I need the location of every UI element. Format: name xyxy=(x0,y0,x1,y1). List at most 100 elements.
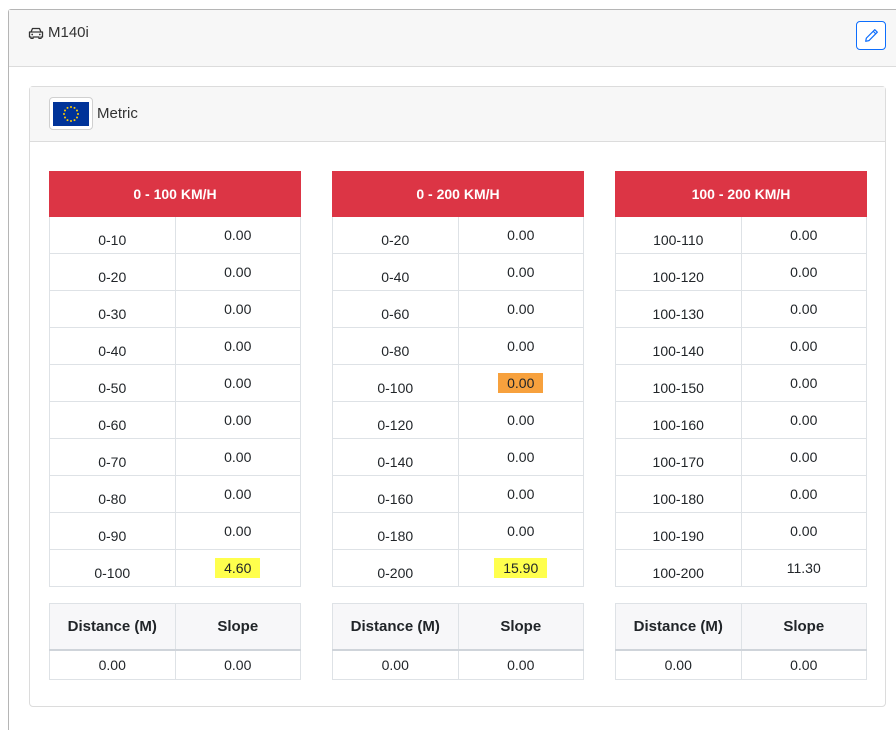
speed-range-cell: 0-90 xyxy=(49,512,176,550)
time-cell: 0.00 xyxy=(174,327,301,365)
time-value: 0.00 xyxy=(790,264,818,280)
time-cell: 0.00 xyxy=(174,253,301,291)
time-cell: 0.00 xyxy=(174,512,301,550)
time-value: 0.00 xyxy=(507,486,535,502)
pencil-icon xyxy=(864,29,878,42)
time-value: 0.00 xyxy=(224,227,252,243)
time-value: 0.00 xyxy=(224,486,252,502)
eu-flag-icon xyxy=(53,101,89,126)
time-cell: 0.00 xyxy=(174,290,301,328)
distance-value: 0.00 xyxy=(615,649,742,680)
table-title: 100 - 200 KM/H xyxy=(615,171,867,217)
table-row: 0-90 0.00 xyxy=(49,512,301,550)
distance-slope-table: Distance (M) Slope 0.00 0.00 xyxy=(615,603,867,680)
acceleration-column: 100 - 200 KM/H 100-110 0.00 100-120 0.00 100-… xyxy=(615,171,867,680)
time-cell: 0.00 xyxy=(174,475,301,513)
time-value: 4.60 xyxy=(215,558,261,578)
time-cell: 0.00 xyxy=(457,290,584,328)
speed-range-cell: 0-40 xyxy=(332,253,459,291)
speed-range-cell: 0-50 xyxy=(49,364,176,402)
time-cell: 0.00 xyxy=(740,253,867,291)
speed-range-cell: 100-190 xyxy=(615,512,742,550)
time-cell: 0.00 xyxy=(740,327,867,365)
speed-range-cell: 0-100 xyxy=(332,364,459,402)
table-row: 0-80 0.00 xyxy=(49,475,301,513)
table-row: 0-30 0.00 xyxy=(49,290,301,328)
time-value: 0.00 xyxy=(507,227,535,243)
time-cell: 0.00 xyxy=(740,216,867,254)
table-row: 0-60 0.00 xyxy=(49,401,301,439)
table-row: 0-40 0.00 xyxy=(49,327,301,365)
speed-range-cell: 0-10 xyxy=(49,216,176,254)
table-row: 0-50 0.00 xyxy=(49,364,301,402)
distance-value: 0.00 xyxy=(49,649,176,680)
time-value: 0.00 xyxy=(507,449,535,465)
car-icon xyxy=(28,27,44,39)
speed-range-cell: 100-110 xyxy=(615,216,742,254)
time-value: 0.00 xyxy=(224,412,252,428)
time-value: 0.00 xyxy=(507,301,535,317)
time-value: 0.00 xyxy=(790,523,818,539)
table-row: 0-20 0.00 xyxy=(332,216,584,254)
metric-card-header: Metric xyxy=(30,87,885,142)
table-title: 0 - 200 KM/H xyxy=(332,171,584,217)
time-cell: 0.00 xyxy=(740,401,867,439)
unit-flag-button[interactable] xyxy=(49,97,93,130)
speed-range-cell: 100-130 xyxy=(615,290,742,328)
table-row: 0-140 0.00 xyxy=(332,438,584,476)
table-row: 100-150 0.00 xyxy=(615,364,867,402)
table-row: 0-70 0.00 xyxy=(49,438,301,476)
time-value: 0.00 xyxy=(224,523,252,539)
table-row: 100-170 0.00 xyxy=(615,438,867,476)
table-row: 100-180 0.00 xyxy=(615,475,867,513)
speed-range-cell: 0-20 xyxy=(332,216,459,254)
slope-header: Slope xyxy=(174,603,301,651)
table-row: 0.00 0.00 xyxy=(49,649,301,680)
time-cell: 0.00 xyxy=(174,216,301,254)
time-value: 0.00 xyxy=(790,486,818,502)
time-value: 0.00 xyxy=(224,264,252,280)
time-cell: 0.00 xyxy=(740,475,867,513)
vehicle-card: M140i Metric 0 - 100 KM/H 0-10 0.00 0-20… xyxy=(8,9,896,730)
slope-value: 0.00 xyxy=(740,649,867,680)
time-cell: 0.00 xyxy=(457,216,584,254)
time-value: 0.00 xyxy=(507,338,535,354)
table-row: 0-60 0.00 xyxy=(332,290,584,328)
time-value: 0.00 xyxy=(224,375,252,391)
speed-range-cell: 0-60 xyxy=(49,401,176,439)
time-cell: 0.00 xyxy=(457,512,584,550)
speed-range-cell: 0-160 xyxy=(332,475,459,513)
table-row: 100-130 0.00 xyxy=(615,290,867,328)
table-row: 0-40 0.00 xyxy=(332,253,584,291)
speed-range-cell: 0-200 xyxy=(332,549,459,587)
speed-range-cell: 0-80 xyxy=(332,327,459,365)
time-cell: 15.90 xyxy=(457,549,584,587)
table-row: 0-160 0.00 xyxy=(332,475,584,513)
table-row: 100-200 11.30 xyxy=(615,549,867,587)
speed-range-cell: 0-140 xyxy=(332,438,459,476)
time-cell: 0.00 xyxy=(740,290,867,328)
acceleration-times-table: 100 - 200 KM/H 100-110 0.00 100-120 0.00 100-… xyxy=(615,171,867,587)
table-row: 100-110 0.00 xyxy=(615,216,867,254)
vehicle-name: M140i xyxy=(48,24,89,41)
table-row: 0-200 15.90 xyxy=(332,549,584,587)
time-value: 0.00 xyxy=(498,373,544,393)
speed-range-cell: 100-180 xyxy=(615,475,742,513)
acceleration-times-table: 0 - 200 KM/H 0-20 0.00 0-40 0.00 0-60 0.00 0-80… xyxy=(332,171,584,587)
table-row: 0-20 0.00 xyxy=(49,253,301,291)
speed-range-cell: 100-170 xyxy=(615,438,742,476)
edit-button[interactable] xyxy=(856,21,886,50)
table-row: 100-160 0.00 xyxy=(615,401,867,439)
time-cell: 0.00 xyxy=(457,253,584,291)
time-cell: 0.00 xyxy=(457,327,584,365)
table-title: 0 - 100 KM/H xyxy=(49,171,301,217)
time-cell: 0.00 xyxy=(740,438,867,476)
distance-header: Distance (M) xyxy=(332,603,459,651)
table-row: 0-100 0.00 xyxy=(332,364,584,402)
table-row: 0-80 0.00 xyxy=(332,327,584,365)
speed-range-cell: 100-140 xyxy=(615,327,742,365)
speed-range-cell: 0-100 xyxy=(49,549,176,587)
table-row: 0.00 0.00 xyxy=(332,649,584,680)
speed-range-cell: 0-180 xyxy=(332,512,459,550)
vehicle-card-header: M140i xyxy=(9,10,896,67)
